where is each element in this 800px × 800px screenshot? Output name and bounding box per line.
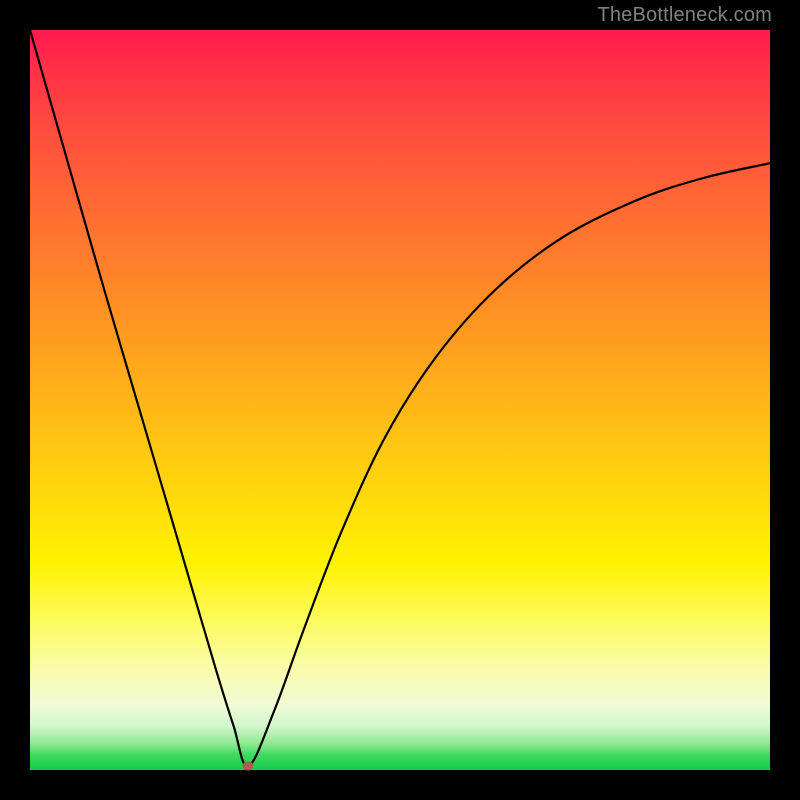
bottleneck-curve <box>30 30 770 770</box>
plot-area <box>30 30 770 770</box>
minimum-marker <box>243 762 254 771</box>
chart-container: TheBottleneck.com <box>0 0 800 800</box>
curve-path <box>30 30 770 766</box>
watermark-text: TheBottleneck.com <box>597 4 772 27</box>
